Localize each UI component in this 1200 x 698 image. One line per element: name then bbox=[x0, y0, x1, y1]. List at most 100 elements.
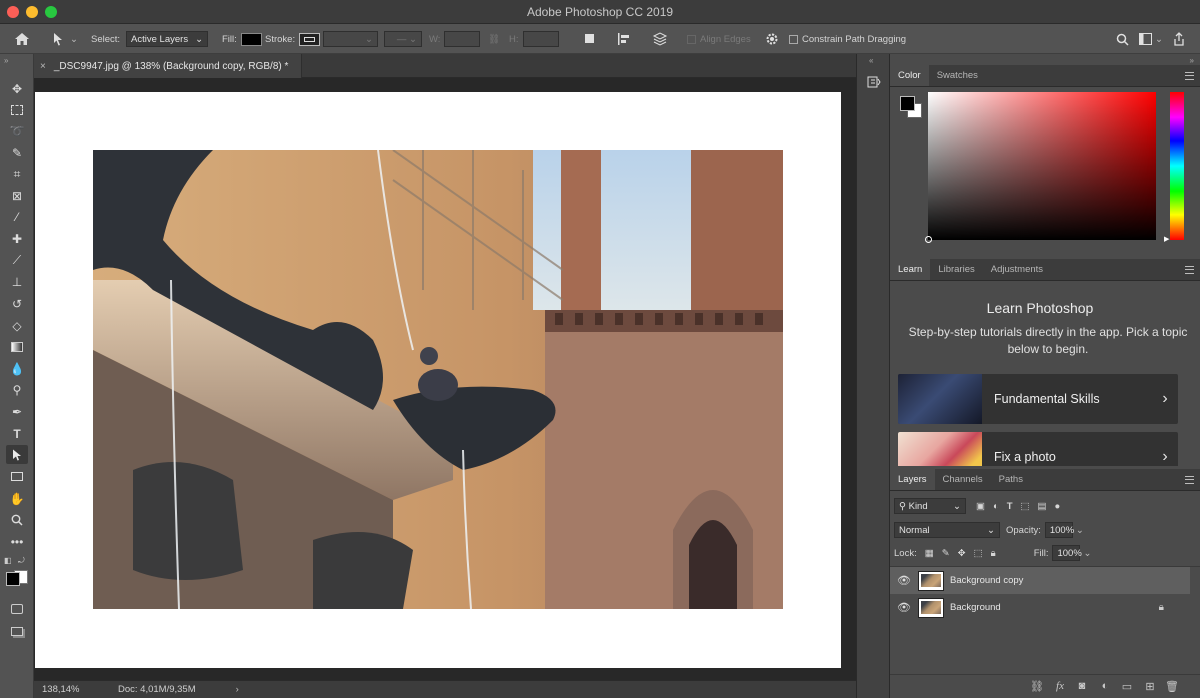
fill-slider-icon[interactable]: ⌄ bbox=[1083, 548, 1091, 559]
layers-panel-menu-icon[interactable] bbox=[1185, 476, 1194, 484]
default-colors-icon[interactable]: ◧ bbox=[4, 556, 12, 565]
fill-swatch[interactable] bbox=[240, 32, 262, 46]
swap-colors-icon[interactable]: ⤾ bbox=[18, 556, 25, 566]
collapse-toolbar-icon[interactable]: » bbox=[4, 56, 8, 65]
type-tool-icon[interactable]: T bbox=[6, 424, 28, 443]
pen-tool-icon[interactable]: ✒ bbox=[6, 402, 28, 421]
eye-icon[interactable]: 👁︎ bbox=[890, 601, 918, 614]
clone-stamp-tool-icon[interactable]: ⊥ bbox=[6, 272, 28, 291]
tab-adjustments[interactable]: Adjustments bbox=[983, 258, 1051, 280]
tab-color[interactable]: Color bbox=[890, 64, 929, 86]
gear-icon[interactable] bbox=[765, 24, 779, 54]
lock-position-icon[interactable]: ✥ bbox=[958, 548, 966, 559]
adjustment-layer-icon[interactable]: ◐ bbox=[1098, 680, 1112, 693]
new-layer-icon[interactable]: ⊞ bbox=[1143, 680, 1157, 693]
history-panel-icon[interactable] bbox=[866, 74, 882, 90]
height-field[interactable] bbox=[522, 31, 559, 47]
card-fix-a-photo[interactable]: Fix a photo › bbox=[898, 432, 1178, 466]
marquee-tool-icon[interactable] bbox=[6, 100, 28, 119]
opacity-slider-icon[interactable]: ⌄ bbox=[1076, 525, 1084, 536]
dodge-tool-icon[interactable]: ⚲ bbox=[6, 380, 28, 399]
link-layers-icon[interactable]: ⛓ bbox=[1030, 680, 1044, 693]
filter-type-icon[interactable]: T bbox=[1007, 501, 1013, 512]
filter-pixel-icon[interactable]: ▣ bbox=[976, 501, 985, 512]
eyedropper-tool-icon[interactable]: ⁄ bbox=[6, 207, 28, 226]
close-tab-icon[interactable]: × bbox=[40, 61, 46, 72]
lock-image-icon[interactable]: ✎ bbox=[942, 548, 950, 559]
hue-slider-handle[interactable]: ▶ bbox=[1164, 235, 1169, 243]
hue-slider[interactable]: ▶ bbox=[1164, 92, 1184, 243]
expand-dock-icon[interactable]: « bbox=[869, 56, 873, 65]
width-field[interactable] bbox=[444, 31, 481, 47]
tab-learn[interactable]: Learn bbox=[890, 258, 931, 280]
filter-shape-icon[interactable]: ⬚ bbox=[1021, 501, 1030, 512]
workspace-icon[interactable]: ⌄ bbox=[1139, 24, 1163, 54]
panel-foreground-swatch[interactable] bbox=[900, 96, 915, 111]
edit-toolbar-icon[interactable]: ••• bbox=[6, 532, 28, 551]
eye-icon[interactable]: 👁︎ bbox=[890, 574, 918, 587]
blend-mode-dropdown[interactable]: Normal ⌄ bbox=[894, 522, 1000, 538]
color-panel-menu-icon[interactable] bbox=[1185, 72, 1194, 80]
status-menu-icon[interactable]: › bbox=[236, 684, 239, 695]
tab-swatches[interactable]: Swatches bbox=[929, 64, 986, 86]
constrain-path-checkbox[interactable] bbox=[789, 34, 798, 44]
lasso-tool-icon[interactable]: ➰ bbox=[6, 121, 28, 140]
layer-filter-dropdown[interactable]: ⚲ Kind ⌄ bbox=[894, 498, 966, 514]
lock-all-icon[interactable]: 🔒︎ bbox=[991, 548, 996, 559]
gradient-tool-icon[interactable] bbox=[6, 337, 28, 356]
path-selection-tool-icon[interactable] bbox=[6, 445, 28, 464]
color-picker-cursor[interactable] bbox=[925, 236, 932, 243]
move-tool-icon[interactable]: ✥ bbox=[6, 79, 28, 98]
tab-layers[interactable]: Layers bbox=[890, 468, 935, 490]
align-edges-checkbox[interactable] bbox=[687, 34, 696, 44]
document-photo[interactable] bbox=[93, 150, 783, 609]
color-field[interactable] bbox=[925, 92, 1156, 243]
home-icon[interactable] bbox=[14, 24, 30, 54]
opacity-field[interactable]: 100% bbox=[1044, 522, 1074, 538]
stroke-width-dropdown[interactable]: ⌄ bbox=[323, 31, 378, 47]
color-panel-swatches[interactable] bbox=[900, 96, 924, 120]
path-arrangement-icon[interactable] bbox=[652, 24, 668, 54]
stroke-swatch[interactable] bbox=[299, 32, 321, 46]
zoom-level[interactable]: 138,14% bbox=[42, 684, 114, 695]
fill-field[interactable]: 100% bbox=[1052, 545, 1082, 561]
screen-mode-icon[interactable] bbox=[6, 622, 28, 641]
filter-toggle-icon[interactable]: ● bbox=[1055, 501, 1061, 512]
lock-transparent-icon[interactable]: ▦ bbox=[925, 548, 934, 559]
layer-row-background[interactable]: 👁︎ Background 🔒︎ bbox=[890, 594, 1190, 621]
share-icon[interactable] bbox=[1173, 24, 1185, 54]
hand-tool-icon[interactable]: ✋ bbox=[6, 489, 28, 508]
layer-row-background-copy[interactable]: 👁︎ Background copy bbox=[890, 567, 1190, 594]
path-alignment-icon[interactable] bbox=[617, 24, 631, 54]
history-brush-tool-icon[interactable]: ↺ bbox=[6, 294, 28, 313]
select-dropdown[interactable]: Active Layers ⌄ bbox=[126, 31, 209, 47]
stroke-type-dropdown[interactable]: — ⌄ bbox=[384, 31, 422, 47]
layer-style-icon[interactable]: fx bbox=[1053, 680, 1067, 693]
new-group-icon[interactable]: ▭ bbox=[1120, 680, 1134, 693]
path-selection-tool-preset-icon[interactable]: ⌄ bbox=[52, 24, 78, 54]
trash-icon[interactable]: 🗑︎ bbox=[1165, 680, 1179, 693]
layer-name[interactable]: Background copy bbox=[950, 575, 1023, 586]
eraser-tool-icon[interactable]: ◇ bbox=[6, 316, 28, 335]
link-icon[interactable]: ⛓ bbox=[488, 24, 500, 54]
foreground-color-swatch[interactable] bbox=[6, 572, 20, 586]
color-swatches[interactable]: ◧ ⤾ bbox=[4, 556, 30, 596]
tab-libraries[interactable]: Libraries bbox=[930, 258, 982, 280]
document-tab[interactable]: × _DSC9947.jpg @ 138% (Background copy, … bbox=[34, 54, 302, 78]
zoom-tool-icon[interactable] bbox=[6, 510, 28, 529]
tab-channels[interactable]: Channels bbox=[935, 468, 991, 490]
tab-paths[interactable]: Paths bbox=[991, 468, 1031, 490]
blur-tool-icon[interactable]: 💧 bbox=[6, 359, 28, 378]
path-operations-icon[interactable] bbox=[584, 24, 596, 54]
filter-adjustment-icon[interactable]: ◐ bbox=[993, 501, 999, 512]
brush-tool-icon[interactable]: ⟋ bbox=[6, 251, 28, 270]
collapse-panels-icon[interactable]: » bbox=[1190, 56, 1194, 65]
quick-mask-icon[interactable] bbox=[6, 599, 28, 618]
crop-tool-icon[interactable]: ⌗ bbox=[6, 165, 28, 184]
filter-smart-object-icon[interactable]: ▤ bbox=[1038, 501, 1047, 512]
canvas[interactable] bbox=[35, 92, 841, 668]
learn-panel-menu-icon[interactable] bbox=[1185, 266, 1194, 274]
rectangle-tool-icon[interactable] bbox=[6, 467, 28, 486]
quick-selection-tool-icon[interactable]: ✎ bbox=[6, 143, 28, 162]
search-icon[interactable] bbox=[1116, 24, 1129, 54]
